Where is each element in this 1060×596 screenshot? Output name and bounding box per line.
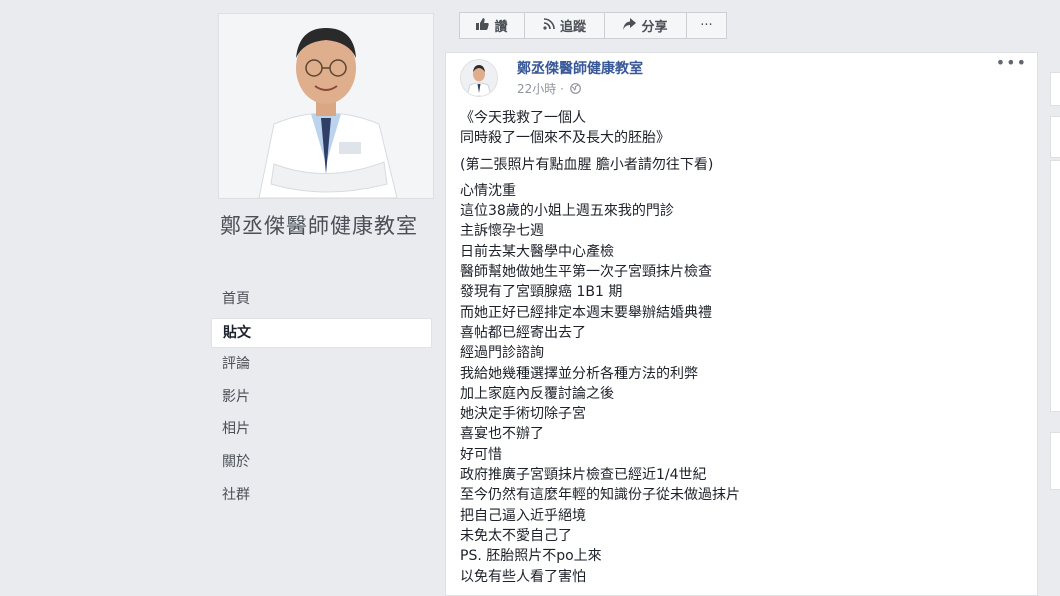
follow-button[interactable]: 追蹤 xyxy=(524,12,605,39)
nav-item-home[interactable]: 首頁 xyxy=(211,285,432,315)
right-panel-edge xyxy=(1050,72,1060,106)
post-meta: 22小時 · xyxy=(517,80,581,97)
post-options-button[interactable]: ••• xyxy=(996,53,1027,72)
doctor-portrait-image xyxy=(219,14,433,198)
author-avatar[interactable] xyxy=(460,59,498,97)
profile-picture[interactable] xyxy=(218,13,434,199)
post-text-line: 心情沈重 xyxy=(460,182,516,199)
nav-item-reviews[interactable]: 評論 xyxy=(211,350,432,380)
author-avatar-image xyxy=(461,60,497,96)
post-timestamp[interactable]: 22小時 · xyxy=(517,82,564,96)
right-panel-edge xyxy=(1050,160,1060,412)
post-text-line: 她決定手術切除子宮 xyxy=(460,406,586,423)
post-text-line: 醫師幫她做她生平第一次子宮頸抹片檢查 xyxy=(460,264,712,281)
post-text-line: 我給她幾種選擇並分析各種方法的利弊 xyxy=(460,365,698,382)
globe-icon xyxy=(569,83,581,97)
nav-item-about[interactable]: 關於 xyxy=(211,448,432,478)
post-text-line: PS. 胚胎照片不po上來 xyxy=(460,548,602,565)
rss-follow-icon xyxy=(543,18,555,33)
post-text-line: 至今仍然有這麼年輕的知識份子從未做過抹片 xyxy=(460,487,740,504)
like-button[interactable]: 讚 xyxy=(459,12,525,39)
page-name[interactable]: 鄭丞傑醫師健康教室 xyxy=(220,212,430,241)
thumbs-up-icon xyxy=(476,18,490,33)
post-author-link[interactable]: 鄭丞傑醫師健康教室 xyxy=(517,58,643,78)
nav-item-photos[interactable]: 相片 xyxy=(211,415,432,445)
nav-item-posts[interactable]: 貼文 xyxy=(211,317,432,348)
post-text-line: (第二張照片有點血腥 膽小者請勿往下看) xyxy=(460,156,714,173)
right-panel-edge xyxy=(1050,116,1060,158)
share-label: 分享 xyxy=(641,20,668,35)
post-text-line: 日前去某大醫學中心產檢 xyxy=(460,243,614,260)
post-text-line: 發現有了宮頸腺癌 1B1 期 xyxy=(460,284,623,301)
post-text-line: 加上家庭內反覆討論之後 xyxy=(460,385,614,402)
page-action-bar: 讚 追蹤 分享 ··· xyxy=(459,12,727,39)
post-text-line: 政府推廣子宮頸抹片檢查已經近1/4世紀 xyxy=(460,467,707,484)
nav-item-videos[interactable]: 影片 xyxy=(211,383,432,413)
post-text-line: 喜帖都已經寄出去了 xyxy=(460,324,586,341)
right-panel-edge xyxy=(1050,432,1060,490)
follow-label: 追蹤 xyxy=(559,20,586,35)
post-text-line: 這位38歲的小姐上週五來我的門診 xyxy=(460,203,674,220)
post-text-line: 而她正好已經排定本週末要舉辦結婚典禮 xyxy=(460,304,712,321)
post-card: 鄭丞傑醫師健康教室 22小時 · ••• 《今天我救了一個人同時殺了一個來不及長… xyxy=(445,52,1038,596)
post-text-line: 《今天我救了一個人 xyxy=(460,110,586,126)
page-nav: 首頁 貼文 評論 影片 相片 關於 社群 xyxy=(211,285,432,513)
post-text-line: 好可惜 xyxy=(460,446,502,463)
post-text-line: 以免有些人看了害怕 xyxy=(460,568,586,585)
like-label: 讚 xyxy=(494,20,508,35)
share-arrow-icon xyxy=(623,18,637,33)
post-text: 《今天我救了一個人同時殺了一個來不及長大的胚胎》 (第二張照片有點血腥 膽小者請勿… xyxy=(460,108,1020,587)
nav-item-community[interactable]: 社群 xyxy=(211,481,432,511)
more-actions-button[interactable]: ··· xyxy=(686,12,727,39)
post-text-line: 未免太不愛自己了 xyxy=(460,527,572,544)
share-button[interactable]: 分享 xyxy=(604,12,687,39)
post-text-line: 喜宴也不辦了 xyxy=(460,426,544,443)
post-text-line: 把自己逼入近乎絕境 xyxy=(460,507,586,524)
post-text-line: 同時殺了一個來不及長大的胚胎》 xyxy=(460,130,670,147)
post-text-line: 主訴懷孕七週 xyxy=(460,223,544,240)
more-label: ··· xyxy=(700,18,713,33)
post-text-line: 經過門診諮詢 xyxy=(460,345,544,362)
